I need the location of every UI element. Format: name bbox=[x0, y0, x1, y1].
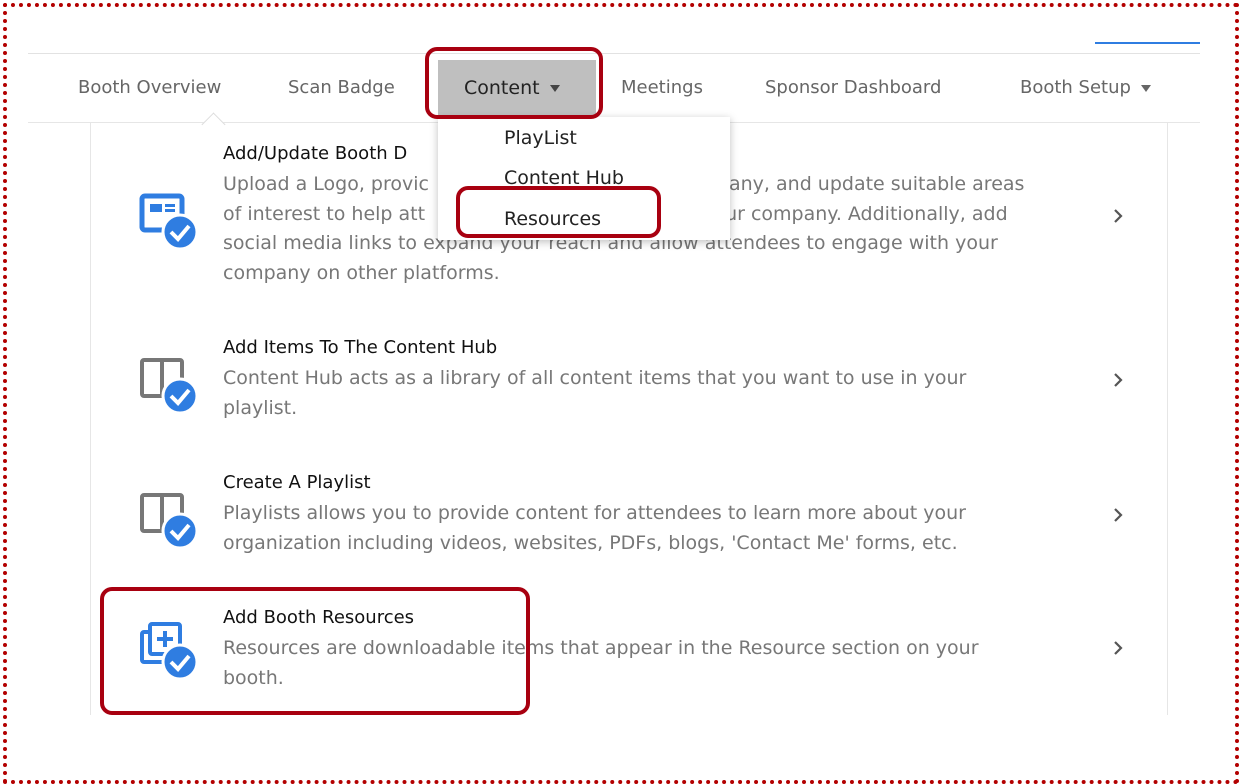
card-title: Create A Playlist bbox=[223, 472, 371, 493]
caret-down-icon bbox=[549, 85, 560, 92]
menu-item-content-hub[interactable]: Content Hub bbox=[504, 166, 624, 190]
chevron-right-icon bbox=[1114, 209, 1123, 223]
chevron-right-icon bbox=[1114, 641, 1123, 655]
card-content-hub[interactable]: Add Items To The Content Hub Content Hub… bbox=[90, 330, 1166, 440]
desc-line: Content Hub acts as a library of all con… bbox=[223, 367, 967, 389]
desc-line: Playlists allows you to provide content … bbox=[223, 502, 966, 524]
header-accent-line bbox=[1095, 42, 1200, 44]
card-add-booth-resources[interactable]: Add Booth Resources Resources are downlo… bbox=[90, 600, 1166, 700]
chevron-right-icon bbox=[1114, 508, 1123, 522]
card-title: Add Booth Resources bbox=[223, 607, 415, 628]
tab-scan-badge[interactable]: Scan Badge bbox=[288, 74, 395, 102]
desc-line: company on other platforms. bbox=[223, 261, 500, 284]
menu-item-resources[interactable]: Resources bbox=[504, 207, 601, 231]
tab-content-label: Content bbox=[464, 77, 540, 99]
card-title: Add Items To The Content Hub bbox=[223, 337, 498, 358]
desc-line: Resources are downloadable items that ap… bbox=[223, 637, 979, 659]
tab-content[interactable]: Content bbox=[438, 60, 596, 116]
card-title: Add/Update Booth D bbox=[223, 143, 408, 164]
playlist-check-icon bbox=[140, 493, 199, 550]
tab-meetings[interactable]: Meetings bbox=[621, 74, 703, 102]
booth-details-check-icon bbox=[139, 193, 199, 251]
desc-line: playlist. bbox=[223, 396, 298, 419]
desc-line: organization including videos, websites,… bbox=[223, 531, 958, 554]
menu-item-playlist[interactable]: PlayList bbox=[504, 126, 577, 150]
caret-down-icon bbox=[1140, 84, 1151, 92]
card-description: Playlists allows you to provide content … bbox=[223, 499, 1083, 558]
tab-booth-overview[interactable]: Booth Overview bbox=[78, 74, 221, 102]
resources-check-icon bbox=[140, 622, 199, 681]
card-create-playlist[interactable]: Create A Playlist Playlists allows you t… bbox=[90, 465, 1166, 575]
card-description: Resources are downloadable items that ap… bbox=[223, 634, 1083, 693]
desc-line: booth. bbox=[223, 666, 284, 689]
tab-booth-setup[interactable]: Booth Setup bbox=[1020, 74, 1151, 102]
content-dropdown-menu: PlayList Content Hub Resources bbox=[438, 117, 730, 240]
tab-sponsor-dashboard[interactable]: Sponsor Dashboard bbox=[765, 74, 941, 102]
tab-booth-setup-label: Booth Setup bbox=[1020, 77, 1131, 98]
card-description: Content Hub acts as a library of all con… bbox=[223, 364, 1083, 423]
chevron-right-icon bbox=[1114, 373, 1123, 387]
content-hub-check-icon bbox=[140, 358, 199, 415]
